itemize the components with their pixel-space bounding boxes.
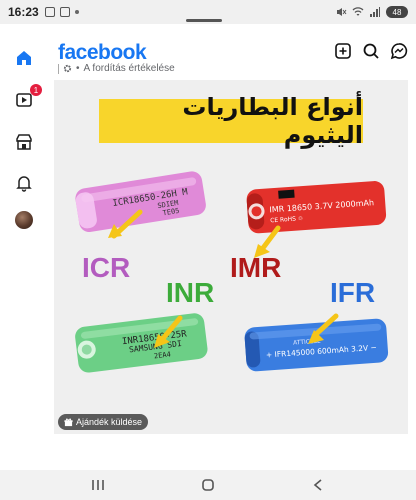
signal-icon	[370, 7, 380, 17]
home-icon	[17, 51, 31, 65]
label-icr: ICR	[82, 252, 131, 283]
gear-icon	[63, 64, 72, 73]
drag-handle[interactable]	[186, 19, 222, 22]
avatar	[15, 211, 33, 229]
send-gift-label: Ajándék küldése	[76, 417, 143, 427]
notification-dot-icon	[74, 10, 79, 14]
search-button[interactable]	[362, 42, 380, 60]
nav-video[interactable]: 1	[12, 84, 42, 112]
battery-ifr: ATTICELL + IFR145000 600mAh 3.2V −	[244, 318, 389, 372]
system-nav-bar	[0, 470, 416, 500]
messenger-icon	[390, 43, 408, 60]
bell-icon	[16, 176, 32, 192]
photo-icon	[59, 7, 70, 17]
translation-rating[interactable]: • A fordítás értékelése	[58, 63, 175, 74]
home-square-icon	[202, 479, 214, 491]
create-button[interactable]	[334, 42, 352, 60]
nav-notifications[interactable]	[12, 171, 36, 195]
battery-inr: INR18650-25R SAMSUNG SDI 2EA4	[75, 313, 208, 373]
home-system-button[interactable]	[198, 475, 218, 495]
battery-imr: IMR 18650 3.7V 2000mAh CE RoHS ♲	[246, 181, 387, 234]
gift-icon	[64, 418, 73, 426]
status-time: 16:23	[8, 5, 39, 19]
wifi-icon	[352, 7, 364, 16]
messenger-button[interactable]	[390, 42, 408, 60]
nav-home[interactable]	[12, 46, 36, 70]
facebook-logo[interactable]: facebook	[58, 41, 147, 65]
nav-profile[interactable]	[12, 208, 36, 232]
video-badge: 1	[30, 84, 42, 96]
battery-icon: 48	[386, 6, 408, 18]
header-actions	[334, 42, 408, 60]
dot-separator: •	[76, 63, 80, 74]
plus-square-icon	[335, 43, 351, 59]
back-button[interactable]	[308, 475, 328, 495]
label-ifr: IFR	[330, 277, 376, 308]
store-icon	[16, 134, 32, 150]
search-icon	[363, 43, 379, 59]
recents-button[interactable]	[88, 475, 108, 495]
label-inr: INR	[166, 277, 215, 308]
send-gift-button[interactable]: Ajándék küldése	[58, 414, 149, 430]
mute-icon	[337, 8, 347, 16]
label-imr: IMR	[230, 252, 282, 283]
left-nav-rail: 1	[0, 30, 48, 470]
feed-edge	[408, 80, 416, 434]
screenshot-icon	[44, 7, 55, 17]
screen: 16:23 48 1 facebook • A fordítás értékel…	[0, 0, 416, 500]
battery-icr: ICR18650-26H M SDIEM TE05	[75, 171, 206, 233]
app-header: facebook	[48, 36, 416, 66]
recents-icon	[92, 480, 104, 490]
back-chevron-icon	[313, 479, 322, 491]
translation-rating-label: A fordítás értékelése	[83, 63, 175, 74]
divider	[58, 63, 59, 74]
status-icons: 48	[335, 6, 408, 18]
nav-marketplace[interactable]	[12, 130, 36, 154]
post-image[interactable]: أنواع البطاريات اليثيوم ICR18650-26H M S…	[54, 80, 408, 434]
